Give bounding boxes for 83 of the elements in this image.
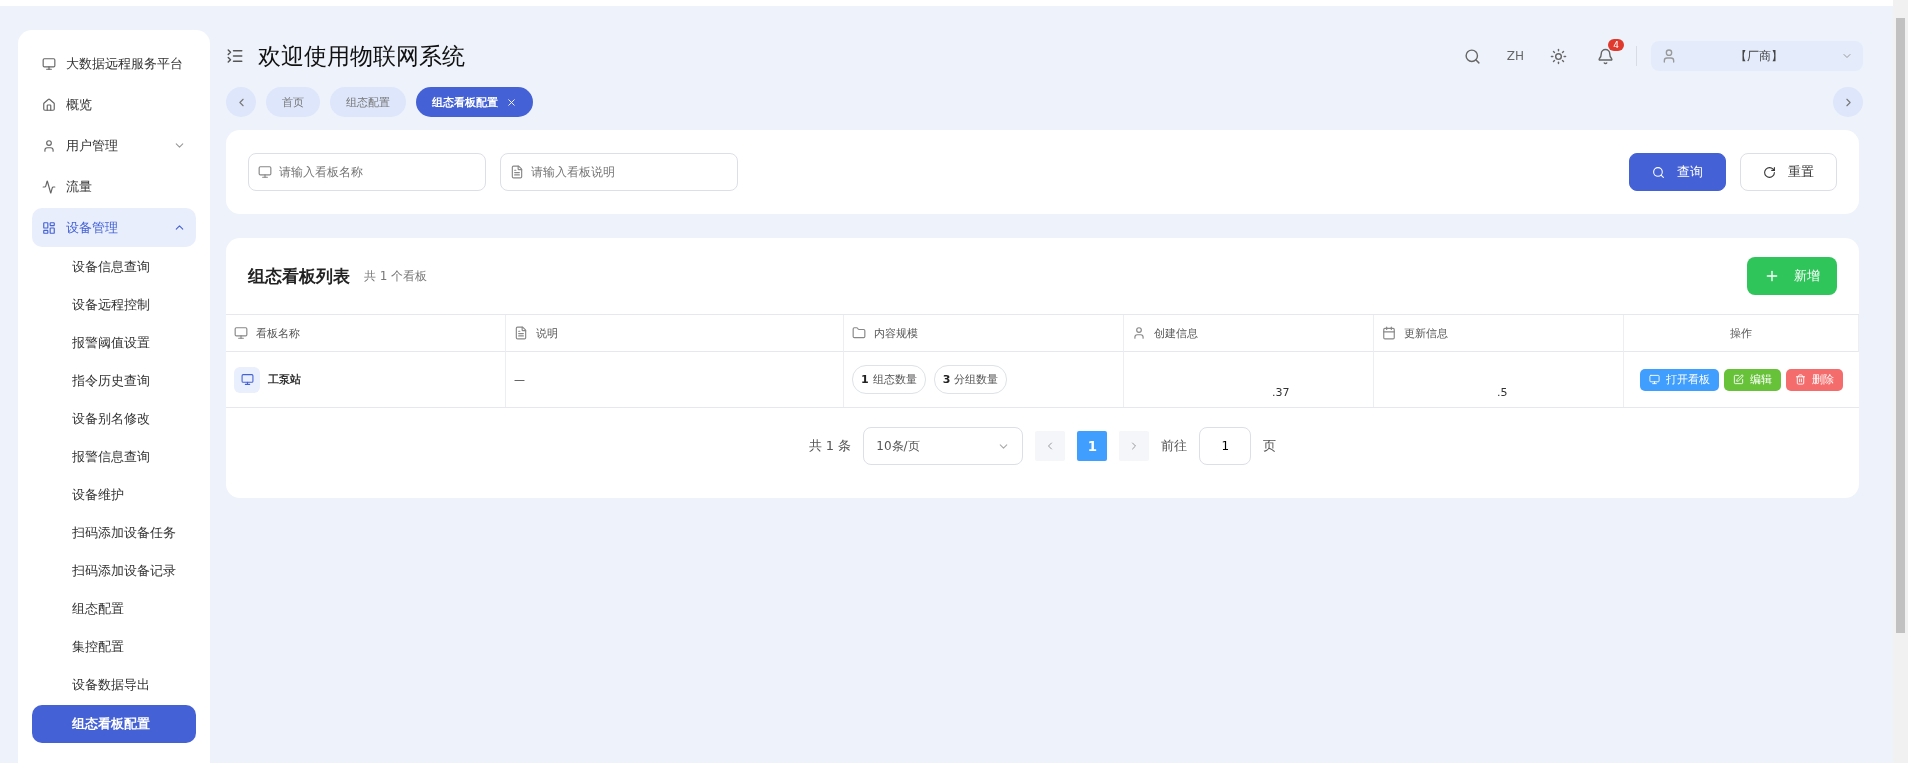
sidebar-item[interactable]: 概览 — [32, 85, 196, 124]
table-cell: — — [514, 373, 525, 386]
tab[interactable]: 组态配置 — [330, 87, 406, 117]
previous-page-button[interactable] — [1035, 431, 1066, 461]
sun-icon — [1550, 47, 1567, 65]
total-count: 共 1 条 — [808, 437, 852, 455]
stat-tag: 1 组态数量 — [852, 365, 926, 394]
user-icon — [1661, 48, 1677, 64]
search-icon — [1463, 47, 1481, 65]
goto-label: 前往 — [1161, 437, 1188, 455]
sidebar-subitem[interactable]: 设备别名修改 — [32, 401, 196, 437]
search-button[interactable]: 查询 — [1629, 153, 1726, 191]
reset-button[interactable]: 重置 — [1740, 153, 1837, 191]
column-header: 创建信息 — [1154, 325, 1198, 341]
sidebar-subitem[interactable]: 设备维护 — [32, 477, 196, 513]
refresh-icon — [1763, 165, 1776, 179]
monitor-icon — [234, 366, 260, 393]
dashboard-icon — [42, 220, 56, 235]
sidebar-subitem[interactable]: 扫码添加设备任务 — [32, 515, 196, 551]
page-suffix: 页 — [1263, 437, 1277, 455]
sidebar-item-label: 流量 — [66, 177, 93, 196]
bell-icon — [1597, 47, 1614, 65]
sidebar-item[interactable]: 大数据远程服务平台 — [32, 44, 196, 83]
language-button[interactable]: ZH — [1506, 49, 1524, 63]
calendar-icon — [1382, 326, 1396, 340]
column-header: 说明 — [536, 325, 558, 341]
tab[interactable]: 首页 — [266, 87, 320, 117]
column-header: 更新信息 — [1404, 325, 1448, 341]
table-cell-text: .37 — [1271, 386, 1290, 399]
sidebar-subitem[interactable]: 扫码添加设备记录 — [32, 553, 196, 589]
sidebar-item-label: 设备管理 — [66, 218, 119, 237]
pulse-icon — [42, 179, 56, 194]
monitor-icon — [234, 326, 248, 340]
sidebar-subitem[interactable]: 设备远程控制 — [32, 287, 196, 323]
sidebar-subitem[interactable]: 设备数据导出 — [32, 667, 196, 703]
search-icon — [1652, 165, 1665, 179]
monitor-icon — [1649, 374, 1660, 385]
table-cell-text: .5 — [1496, 386, 1508, 399]
monitor-icon — [258, 165, 272, 179]
sidebar-subitem[interactable]: 组态配置 — [32, 591, 196, 627]
monitor-icon — [42, 56, 56, 71]
page-size-select[interactable]: 10条/页 — [863, 427, 1024, 465]
search-field[interactable]: 请输入看板说明 — [500, 153, 738, 191]
notification-badge: 4 — [1608, 38, 1624, 51]
sidebar-item[interactable]: 用户管理 — [32, 126, 196, 165]
page-title: 欢迎使用物联网系统 — [258, 41, 466, 71]
user-menu[interactable]: 【厂商】 — [1651, 41, 1863, 71]
sidebar-item-label: 概览 — [66, 95, 93, 114]
list-title: 组态看板列表 — [248, 264, 350, 288]
column-header: 操作 — [1730, 325, 1752, 341]
sidebar-subitem[interactable]: 报警信息查询 — [32, 439, 196, 475]
sidebar-item[interactable]: 设备管理 — [32, 208, 196, 247]
menu-icon[interactable] — [226, 47, 244, 65]
list-count: 共 1 个看板 — [364, 267, 428, 285]
document-icon — [514, 326, 528, 340]
table-cell: 工泵站 — [268, 372, 301, 387]
sidebar-subitem[interactable]: 报警阈值设置 — [32, 325, 196, 361]
scroll-left-button[interactable] — [226, 87, 256, 117]
edit-icon — [1733, 374, 1744, 385]
sidebar-item[interactable]: 流量 — [32, 167, 196, 206]
column-header: 看板名称 — [256, 325, 300, 341]
document-icon — [510, 165, 524, 179]
goto-page-field[interactable]: 1 — [1199, 427, 1252, 465]
sidebar-item-label: 大数据远程服务平台 — [66, 54, 184, 73]
plus-icon — [1764, 268, 1780, 284]
sidebar-subitem[interactable]: 指令历史查询 — [32, 363, 196, 399]
sidebar-subitem[interactable]: 集控配置 — [32, 629, 196, 665]
close-icon — [506, 96, 517, 108]
user-icon — [42, 138, 56, 153]
scroll-right-button[interactable] — [1833, 87, 1863, 117]
sidebar-subitem[interactable]: 设备信息查询 — [32, 249, 196, 285]
trash-icon — [1795, 374, 1806, 385]
tab[interactable]: 组态看板配置 — [416, 87, 533, 117]
stat-tag: 3 分组数量 — [933, 365, 1008, 394]
user-icon — [1132, 326, 1146, 340]
next-page-button[interactable] — [1119, 431, 1150, 461]
folder-icon — [852, 326, 866, 340]
search-field[interactable]: 请输入看板名称 — [248, 153, 486, 191]
column-header: 内容规模 — [874, 325, 918, 341]
home-icon — [42, 97, 56, 112]
scrollbar[interactable] — [1896, 18, 1905, 633]
sidebar-subitem[interactable]: 组态看板配置 — [32, 705, 196, 743]
sidebar-item-label: 用户管理 — [66, 136, 119, 155]
